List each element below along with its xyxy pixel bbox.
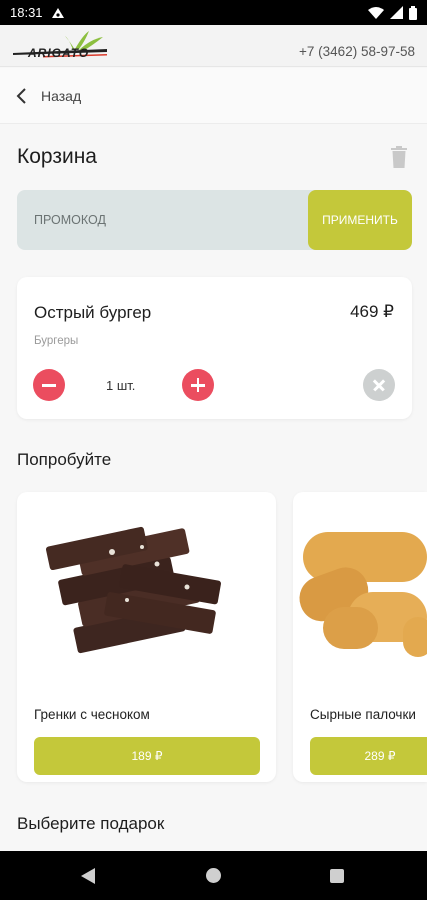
- wifi-icon: [368, 6, 384, 19]
- logo-text: ARIGATO: [28, 46, 90, 60]
- product-image-cheese-sticks: [299, 532, 427, 657]
- cart-item-category: Бургеры: [34, 335, 79, 347]
- home-circle-icon[interactable]: [206, 868, 221, 883]
- cart-item-quantity: 1 шт.: [106, 378, 136, 393]
- remove-item-button[interactable]: [363, 369, 395, 401]
- product-card[interactable]: Сырные палочки 289 ₽: [293, 492, 427, 782]
- back-label[interactable]: Назад: [41, 88, 81, 104]
- status-time: 18:31: [10, 5, 43, 20]
- recent-apps-icon[interactable]: [330, 869, 344, 883]
- promo-code-input[interactable]: [17, 190, 307, 250]
- notification-icon: [51, 7, 64, 18]
- phone-number[interactable]: +7 (3462) 58-97-58: [299, 44, 415, 59]
- page-title: Корзина: [17, 145, 97, 168]
- battery-icon: [409, 5, 417, 20]
- app-header: ARIGATO +7 (3462) 58-97-58: [0, 25, 427, 67]
- increase-quantity-button[interactable]: [182, 369, 214, 401]
- system-navigation-bar: [0, 851, 427, 900]
- suggestions-title: Попробуйте: [17, 450, 112, 469]
- back-navigation[interactable]: Назад: [0, 68, 427, 124]
- product-image-croutons: [46, 526, 221, 654]
- status-bar: 18:31: [0, 0, 427, 25]
- gift-title: Выберите подарок: [17, 814, 165, 833]
- cart-item: Острый бургер 469 ₽ Бургеры 1 шт.: [17, 277, 412, 419]
- add-to-cart-button[interactable]: 189 ₽: [34, 737, 260, 775]
- promo-code-form: ПРИМЕНИТЬ: [17, 190, 412, 250]
- cell-signal-icon: [390, 6, 403, 19]
- apply-promo-button[interactable]: ПРИМЕНИТЬ: [308, 190, 412, 250]
- product-name: Гренки с чесноком: [34, 707, 150, 722]
- product-card[interactable]: Гренки с чесноком 189 ₽: [17, 492, 276, 782]
- cart-item-price: 469 ₽: [350, 302, 394, 321]
- decrease-quantity-button[interactable]: [33, 369, 65, 401]
- back-triangle-icon[interactable]: [81, 868, 96, 884]
- add-to-cart-button[interactable]: 289 ₽: [310, 737, 427, 775]
- trash-icon[interactable]: [390, 146, 408, 168]
- cart-item-name: Острый бургер: [34, 303, 152, 322]
- chevron-left-icon[interactable]: [15, 87, 29, 105]
- product-name: Сырные палочки: [310, 707, 416, 722]
